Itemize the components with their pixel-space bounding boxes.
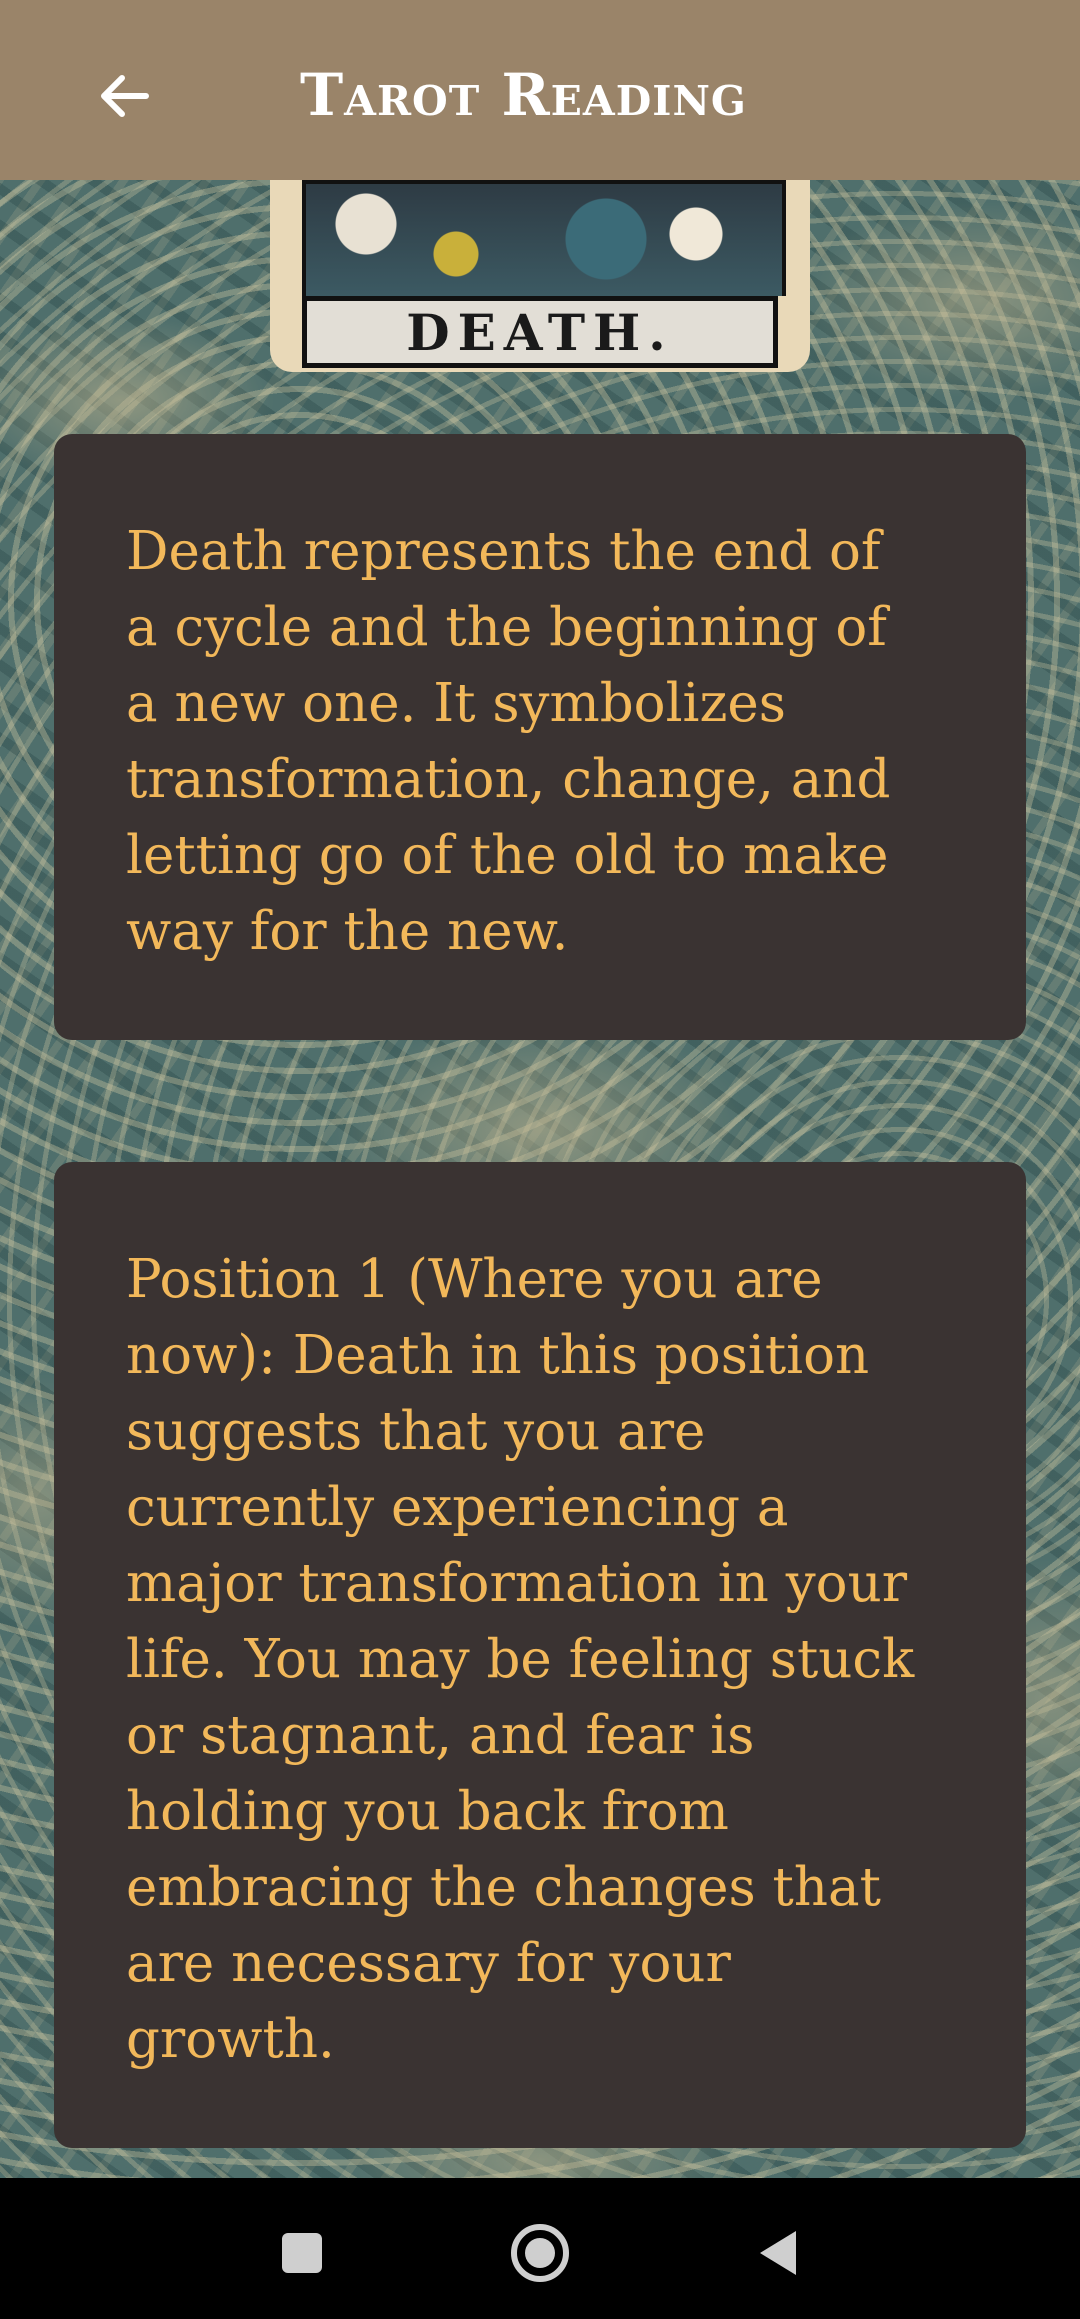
- system-nav-bar: [0, 2178, 1080, 2319]
- square-recents-icon: [282, 2233, 322, 2273]
- position-interpretation-panel: Position 1 (Where you are now): Death in…: [54, 1162, 1026, 2148]
- tarot-reading-screen: Tarot Reading DEATH. Death represents th…: [0, 0, 1080, 2319]
- position-interpretation-text: Position 1 (Where you are now): Death in…: [126, 1249, 915, 2070]
- card-name-plate: DEATH.: [302, 296, 778, 368]
- card-meaning-text: Death represents the end of a cycle and …: [126, 521, 891, 962]
- card-meaning-panel: Death represents the end of a cycle and …: [54, 434, 1026, 1040]
- page-title: Tarot Reading: [300, 61, 747, 129]
- triangle-back-icon: [760, 2231, 796, 2275]
- nav-back-button[interactable]: [738, 2218, 818, 2288]
- home-button[interactable]: [500, 2218, 580, 2288]
- recents-button[interactable]: [262, 2218, 342, 2288]
- arrow-left-icon: [101, 75, 149, 117]
- card-name-label: DEATH.: [406, 302, 674, 362]
- back-button[interactable]: [88, 60, 160, 132]
- app-bar: Tarot Reading: [0, 0, 1080, 180]
- circle-home-icon: [511, 2224, 569, 2282]
- card-illustration: [302, 180, 786, 296]
